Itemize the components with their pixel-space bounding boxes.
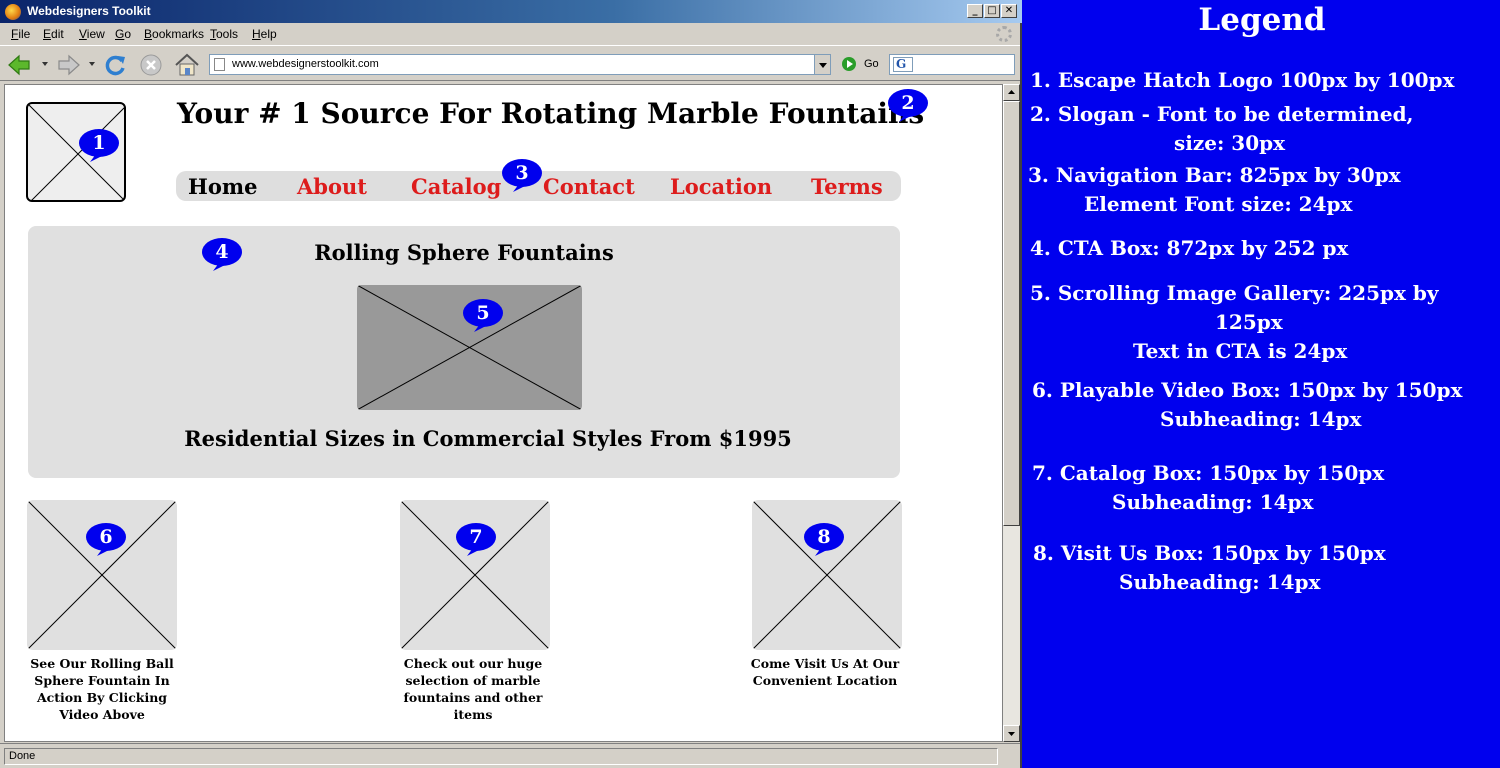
legend-line: Text in CTA is 24px xyxy=(1133,339,1348,363)
menu-edit[interactable]: Edit xyxy=(43,27,64,41)
legend-line: 1. Escape Hatch Logo 100px by 100px xyxy=(1030,68,1455,92)
menu-help[interactable]: Help xyxy=(252,27,277,41)
legend-line: 2. Slogan - Font to be determined, xyxy=(1030,102,1414,126)
window-title: Webdesigners Toolkit xyxy=(27,4,151,18)
legend-line: 7. Catalog Box: 150px by 150px xyxy=(1032,461,1385,485)
marker-2: 2 xyxy=(887,87,929,123)
minimize-button[interactable]: _ xyxy=(967,4,983,18)
forward-icon[interactable] xyxy=(56,52,82,78)
video-caption: See Our Rolling Ball Sphere Fountain In … xyxy=(30,656,174,722)
marker-7: 7 xyxy=(455,521,497,557)
scroll-up-button[interactable] xyxy=(1003,84,1020,101)
marker-8: 8 xyxy=(803,521,845,557)
legend-title: Legend xyxy=(1198,2,1326,38)
scroll-down-button[interactable] xyxy=(1003,725,1020,742)
nav-contact[interactable]: Contact xyxy=(543,174,635,199)
legend-line: Subheading: 14px xyxy=(1119,570,1321,594)
stop-icon[interactable] xyxy=(138,52,164,78)
legend-line: 125px xyxy=(1215,310,1283,334)
go-icon[interactable] xyxy=(842,57,856,71)
nav-location[interactable]: Location xyxy=(670,174,772,199)
navigation-toolbar: www.webdesignerstoolkit.com Go G xyxy=(0,45,1020,81)
throbber-icon xyxy=(996,26,1012,42)
status-text: Done xyxy=(4,748,998,765)
go-button[interactable]: Go xyxy=(864,58,879,70)
status-bar: Done xyxy=(0,743,1020,768)
address-bar[interactable]: www.webdesignerstoolkit.com xyxy=(209,54,831,75)
menu-bookmarks[interactable]: Bookmarks xyxy=(144,27,204,41)
marker-6: 6 xyxy=(85,521,127,557)
firefox-icon xyxy=(5,4,21,20)
vertical-scrollbar[interactable] xyxy=(1003,84,1020,742)
reload-icon[interactable] xyxy=(102,52,128,78)
back-dropdown-icon[interactable] xyxy=(42,62,48,66)
legend-line: 6. Playable Video Box: 150px by 150px xyxy=(1032,378,1463,402)
marker-1: 1 xyxy=(78,127,120,163)
menu-go[interactable]: Go xyxy=(115,27,131,41)
nav-home[interactable]: Home xyxy=(188,174,257,199)
maximize-button[interactable]: □ xyxy=(984,4,1000,18)
legend-line: 3. Navigation Bar: 825px by 30px xyxy=(1028,163,1401,187)
page-icon xyxy=(214,58,225,71)
nav-catalog[interactable]: Catalog xyxy=(411,174,501,199)
menu-view[interactable]: View xyxy=(79,27,105,41)
legend-line: Subheading: 14px xyxy=(1160,407,1362,431)
scroll-thumb[interactable] xyxy=(1003,101,1020,526)
url-dropdown-button[interactable] xyxy=(814,55,830,74)
page-viewport: 1 Your # 1 Source For Rotating Marble Fo… xyxy=(4,84,1003,742)
url-text: www.webdesignerstoolkit.com xyxy=(232,58,379,70)
nav-about[interactable]: About xyxy=(297,174,367,199)
back-icon[interactable] xyxy=(6,52,32,78)
menu-bar: File Edit View Go Bookmarks Tools Help xyxy=(0,23,1020,45)
menu-tools[interactable]: Tools xyxy=(210,27,238,41)
legend-panel: Legend 1. Escape Hatch Logo 100px by 100… xyxy=(1024,0,1500,768)
close-button[interactable]: ✕ xyxy=(1001,4,1017,18)
title-bar: Webdesigners Toolkit _ □ ✕ xyxy=(0,0,1022,23)
legend-line: size: 30px xyxy=(1174,131,1286,155)
legend-line: 4. CTA Box: 872px by 252 px xyxy=(1030,236,1349,260)
search-input[interactable]: G xyxy=(889,54,1015,75)
catalog-caption: Check out our huge selection of marble f… xyxy=(403,656,543,722)
cta-price: Residential Sizes in Commercial Styles F… xyxy=(184,426,792,451)
legend-line: Element Font size: 24px xyxy=(1084,192,1353,216)
legend-line: 5. Scrolling Image Gallery: 225px by xyxy=(1030,281,1439,305)
menu-file[interactable]: File xyxy=(11,27,30,41)
legend-line: Subheading: 14px xyxy=(1112,490,1314,514)
browser-window: Webdesigners Toolkit _ □ ✕ File Edit Vie… xyxy=(0,0,1022,768)
forward-dropdown-icon[interactable] xyxy=(89,62,95,66)
cta-box: Rolling Sphere Fountains Residential Siz… xyxy=(28,226,900,478)
cta-title: Rolling Sphere Fountains xyxy=(314,240,614,265)
nav-terms[interactable]: Terms xyxy=(811,174,883,199)
home-icon[interactable] xyxy=(174,52,200,78)
legend-line: 8. Visit Us Box: 150px by 150px xyxy=(1033,541,1386,565)
slogan: Your # 1 Source For Rotating Marble Foun… xyxy=(177,97,925,130)
marker-4: 4 xyxy=(201,236,243,272)
search-engine-icon[interactable]: G xyxy=(893,57,913,72)
visit-us-caption: Come Visit Us At Our Convenient Location xyxy=(750,656,900,688)
marker-3: 3 xyxy=(501,157,543,193)
marker-5: 5 xyxy=(462,297,504,333)
